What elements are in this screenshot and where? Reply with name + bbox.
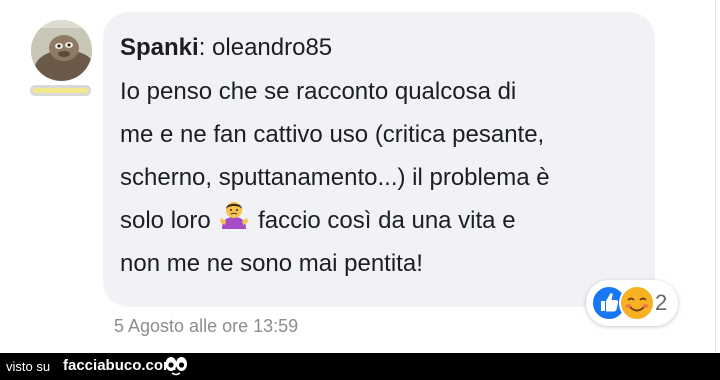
comment-line-with-emoji: solo loro faccio così da una vita e: [120, 199, 640, 242]
author-name[interactable]: Spanki: [120, 34, 199, 61]
smiling-face-icon: [619, 285, 655, 321]
comment-line: scherno, sputtanamento...) il problema è: [120, 164, 550, 191]
comment-timestamp[interactable]: 5 Agosto alle ore 13:59: [114, 314, 298, 338]
right-edge-line: [715, 0, 716, 353]
person-shrugging-emoji-icon: [219, 200, 249, 244]
reaction-count[interactable]: 2: [655, 290, 667, 316]
author-separator: :: [198, 34, 206, 61]
rank-badge-fill: [33, 88, 88, 93]
avatar[interactable]: [31, 20, 92, 81]
footer-visto-su: visto su: [6, 359, 51, 374]
footer-brand[interactable]: facciabuco.com: [63, 357, 176, 374]
footer-bar: visto su facciabuco.com: [0, 353, 720, 380]
comment-line-prefix: solo loro: [120, 207, 211, 234]
eyes-logo-icon: [165, 357, 187, 376]
comment-line: me e ne fan cattivo uso (critica pesante…: [120, 121, 545, 148]
comment-text: Io penso che se racconto qualcosa di me …: [120, 70, 640, 285]
avatar-photo-icon: [31, 20, 92, 81]
mention-link[interactable]: oleandro85: [212, 34, 332, 61]
comment-line: Io penso che se racconto qualcosa di: [120, 78, 517, 105]
comment-header: Spanki: oleandro85: [120, 33, 332, 63]
comment-line: non me ne sono mai pentita!: [120, 250, 423, 277]
rank-badge-bar: [30, 85, 91, 96]
comment-line-suffix: faccio così da una vita e: [258, 207, 516, 234]
